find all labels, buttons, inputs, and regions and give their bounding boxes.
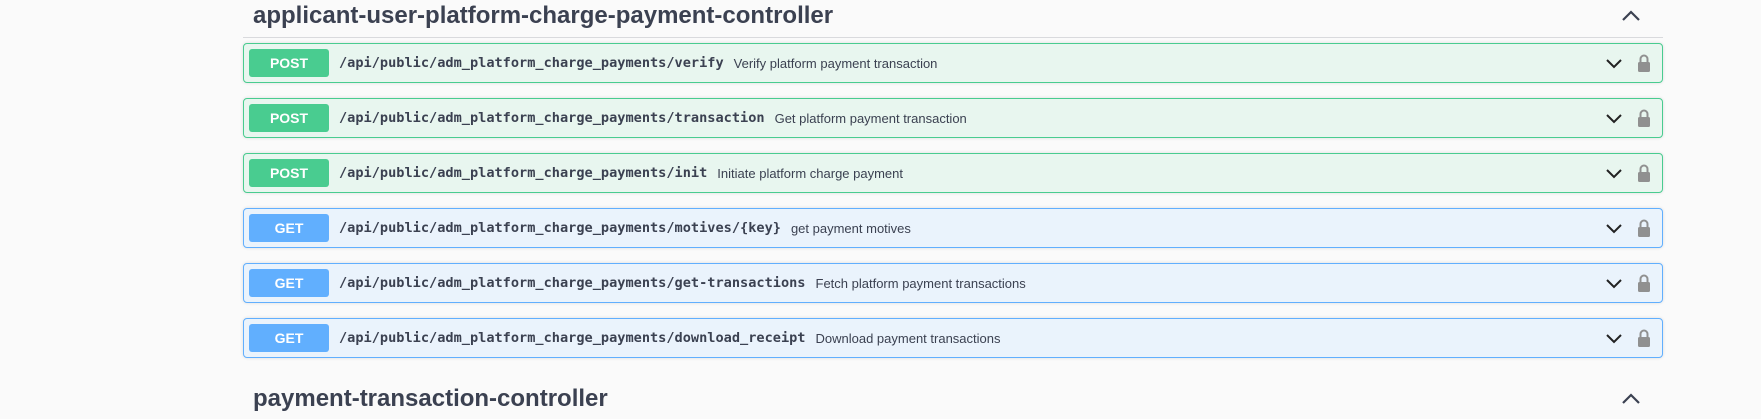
method-badge: POST xyxy=(249,104,329,132)
operation-summary: Initiate platform charge payment xyxy=(717,165,904,181)
chevron-up-icon[interactable] xyxy=(1613,1,1649,31)
operation-path: /api/public/adm_platform_charge_payments… xyxy=(339,220,781,236)
chevron-up-icon[interactable] xyxy=(1613,384,1649,414)
operation-summary: Fetch platform payment transactions xyxy=(815,275,1026,291)
lock-icon[interactable] xyxy=(1634,271,1654,295)
method-badge: POST xyxy=(249,49,329,77)
chevron-down-icon[interactable] xyxy=(1600,214,1628,242)
section-title: payment-transaction-controller xyxy=(253,385,608,412)
lock-icon[interactable] xyxy=(1634,326,1654,350)
lock-icon[interactable] xyxy=(1634,161,1654,185)
lock-icon[interactable] xyxy=(1634,51,1654,75)
method-badge: GET xyxy=(249,214,329,242)
section-header-payment-transaction-controller[interactable]: payment-transaction-controller xyxy=(243,379,1663,419)
operation-path: /api/public/adm_platform_charge_payments… xyxy=(339,165,708,181)
lock-icon[interactable] xyxy=(1634,106,1654,130)
method-badge: GET xyxy=(249,269,329,297)
operation-post-verify[interactable]: POST /api/public/adm_platform_charge_pay… xyxy=(243,43,1663,83)
chevron-down-icon[interactable] xyxy=(1600,324,1628,352)
operation-path: /api/public/adm_platform_charge_payments… xyxy=(339,330,806,346)
operation-summary: get payment motives xyxy=(790,220,911,236)
chevron-down-icon[interactable] xyxy=(1600,269,1628,297)
method-badge: POST xyxy=(249,159,329,187)
operation-path: /api/public/adm_platform_charge_payments… xyxy=(339,110,765,126)
section-header-applicant-user-platform-charge-payment-controller[interactable]: applicant-user-platform-charge-payment-c… xyxy=(243,0,1663,38)
chevron-down-icon[interactable] xyxy=(1600,159,1628,187)
operation-get-motives[interactable]: GET /api/public/adm_platform_charge_paym… xyxy=(243,208,1663,248)
section-title: applicant-user-platform-charge-payment-c… xyxy=(253,1,834,29)
lock-icon[interactable] xyxy=(1634,216,1654,240)
operation-summary: Verify platform payment transaction xyxy=(733,55,938,71)
chevron-down-icon[interactable] xyxy=(1600,104,1628,132)
operation-path: /api/public/adm_platform_charge_payments… xyxy=(339,55,724,71)
operation-path: /api/public/adm_platform_charge_payments… xyxy=(339,275,806,291)
method-badge: GET xyxy=(249,324,329,352)
operation-post-init[interactable]: POST /api/public/adm_platform_charge_pay… xyxy=(243,153,1663,193)
operation-summary: Download payment transactions xyxy=(815,330,1001,346)
chevron-down-icon[interactable] xyxy=(1600,49,1628,77)
operation-get-transactions[interactable]: GET /api/public/adm_platform_charge_paym… xyxy=(243,263,1663,303)
operation-get-download-receipt[interactable]: GET /api/public/adm_platform_charge_paym… xyxy=(243,318,1663,358)
operation-summary: Get platform payment transaction xyxy=(774,110,967,126)
operation-post-transaction[interactable]: POST /api/public/adm_platform_charge_pay… xyxy=(243,98,1663,138)
